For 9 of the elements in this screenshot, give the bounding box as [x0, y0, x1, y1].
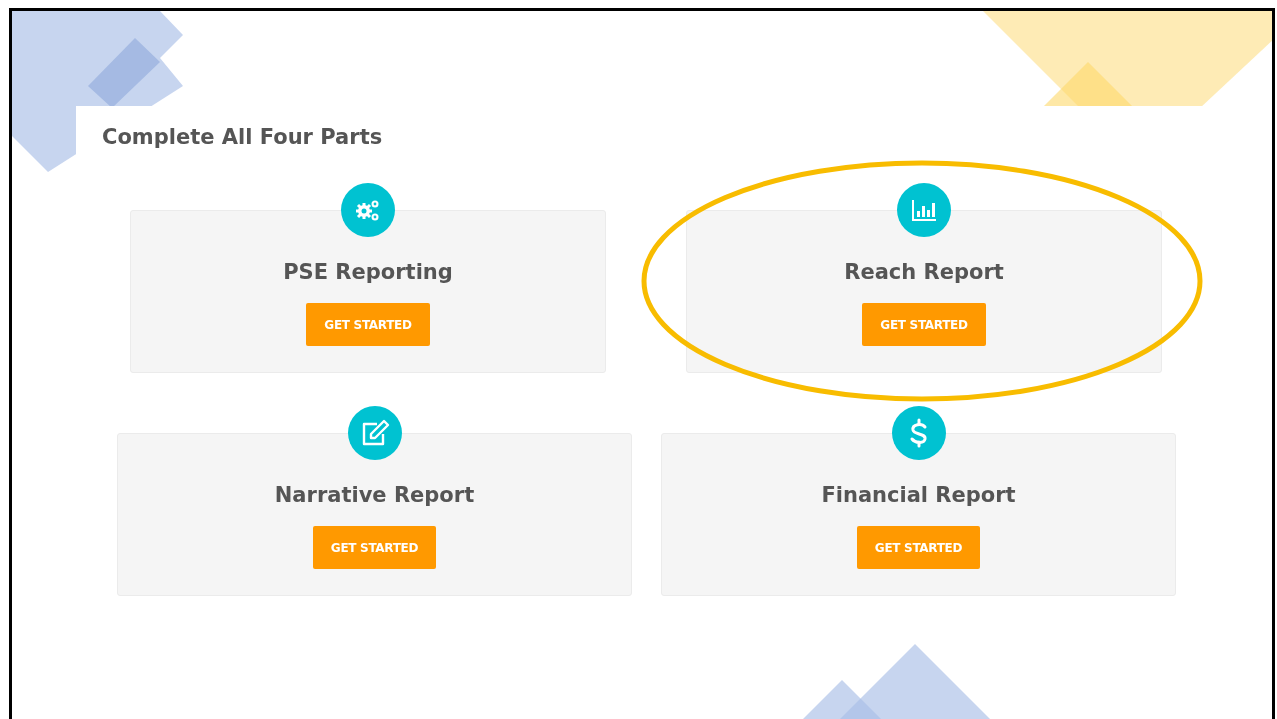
- page-heading: Complete All Four Parts: [102, 124, 383, 151]
- get-started-button[interactable]: GET STARTED: [306, 303, 430, 346]
- get-started-button[interactable]: GET STARTED: [856, 526, 981, 569]
- get-started-button[interactable]: GET STARTED: [862, 303, 986, 346]
- part-title: Reach Report: [844, 259, 1004, 286]
- part-title: Financial Report: [821, 482, 1016, 509]
- get-started-button[interactable]: GET STARTED: [312, 526, 437, 569]
- part-title: PSE Reporting: [283, 259, 453, 286]
- part-title: Narrative Report: [274, 482, 475, 509]
